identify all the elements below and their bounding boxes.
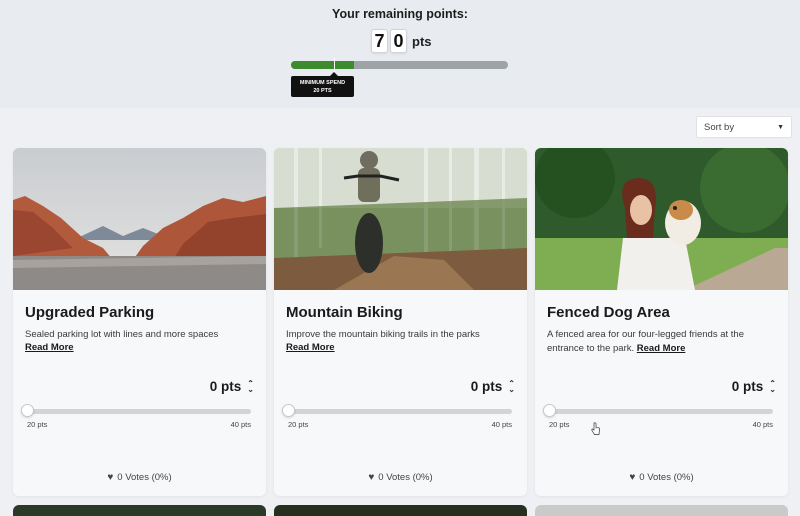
minimum-spend-tooltip: MINIMUM SPEND 20 PTS: [291, 72, 354, 97]
points-progress-fill: [291, 61, 354, 69]
stepper-icon[interactable]: ⌃ ⌄: [508, 379, 515, 393]
project-image[interactable]: [274, 148, 527, 290]
points-digit: 7: [371, 29, 388, 53]
read-more-link[interactable]: Read More: [25, 342, 74, 353]
project-card-preview: [274, 505, 527, 516]
points-header: Your remaining points: 7 0 pts MINIMUM S…: [0, 0, 800, 108]
project-card: Fenced Dog Area A fenced area for our fo…: [535, 148, 788, 496]
project-title: Fenced Dog Area: [547, 304, 670, 321]
points-counter: 7 0 pts: [371, 28, 432, 54]
minimum-spend-value: 20 PTS: [313, 88, 332, 94]
votes-text: 0 Votes (0%): [117, 472, 172, 483]
points-progress-bar: [291, 61, 508, 69]
stepper-icon[interactable]: ⌃ ⌄: [769, 379, 776, 393]
project-description: Improve the mountain biking trails in th…: [286, 329, 480, 340]
points-value: 0 pts: [209, 379, 242, 394]
slider-max-label: 40 pts: [752, 420, 773, 429]
allocated-points: 0 pts ⌃ ⌄: [732, 379, 776, 394]
project-image[interactable]: [13, 148, 266, 290]
slider-max-label: 40 pts: [491, 420, 512, 429]
slider-thumb[interactable]: [543, 404, 556, 417]
votes-count: ♥ 0 Votes (0%): [535, 472, 788, 483]
votes-count: ♥ 0 Votes (0%): [274, 472, 527, 483]
allocated-points: 0 pts ⌃ ⌄: [471, 379, 515, 394]
project-card: Mountain Biking Improve the mountain bik…: [274, 148, 527, 496]
chevron-down-icon: ▼: [777, 123, 784, 131]
project-card: Upgraded Parking Sealed parking lot with…: [13, 148, 266, 496]
points-slider[interactable]: [27, 409, 251, 414]
minimum-spend-marker: [334, 58, 335, 72]
project-card-preview: [535, 505, 788, 516]
points-slider[interactable]: [288, 409, 512, 414]
slider-min-label: 20 pts: [27, 420, 48, 429]
minimum-spend-label: MINIMUM SPEND: [299, 80, 346, 86]
slider-min-label: 20 pts: [288, 420, 309, 429]
allocated-points: 0 pts ⌃ ⌄: [210, 379, 254, 394]
read-more-link[interactable]: Read More: [286, 342, 335, 353]
read-more-link[interactable]: Read More: [637, 343, 686, 354]
project-card-preview: [13, 505, 266, 516]
slider-thumb[interactable]: [21, 404, 34, 417]
votes-count: ♥ 0 Votes (0%): [13, 472, 266, 483]
votes-text: 0 Votes (0%): [639, 472, 694, 483]
project-description: A fenced area for our four-legged friend…: [547, 328, 777, 356]
heart-icon: ♥: [107, 472, 114, 483]
stepper-icon[interactable]: ⌃ ⌄: [247, 379, 254, 393]
sort-dropdown[interactable]: Sort by ▼: [696, 116, 792, 138]
heart-icon: ♥: [368, 472, 375, 483]
project-image[interactable]: [535, 148, 788, 290]
project-description: Sealed parking lot with lines and more s…: [25, 329, 219, 340]
project-title: Upgraded Parking: [25, 304, 155, 321]
points-digit: 0: [390, 29, 407, 53]
slider-max-label: 40 pts: [230, 420, 251, 429]
sort-label: Sort by: [704, 121, 735, 133]
votes-text: 0 Votes (0%): [378, 472, 433, 483]
points-slider[interactable]: [549, 409, 773, 414]
slider-min-label: 20 pts: [549, 420, 570, 429]
hand-cursor-icon: [591, 422, 600, 435]
points-value: 0 pts: [470, 379, 503, 394]
points-value: 0 pts: [731, 379, 764, 394]
project-title: Mountain Biking: [286, 304, 403, 321]
slider-thumb[interactable]: [282, 404, 295, 417]
points-unit: pts: [412, 33, 432, 49]
remaining-points-title: Your remaining points:: [332, 7, 468, 21]
heart-icon: ♥: [629, 472, 636, 483]
